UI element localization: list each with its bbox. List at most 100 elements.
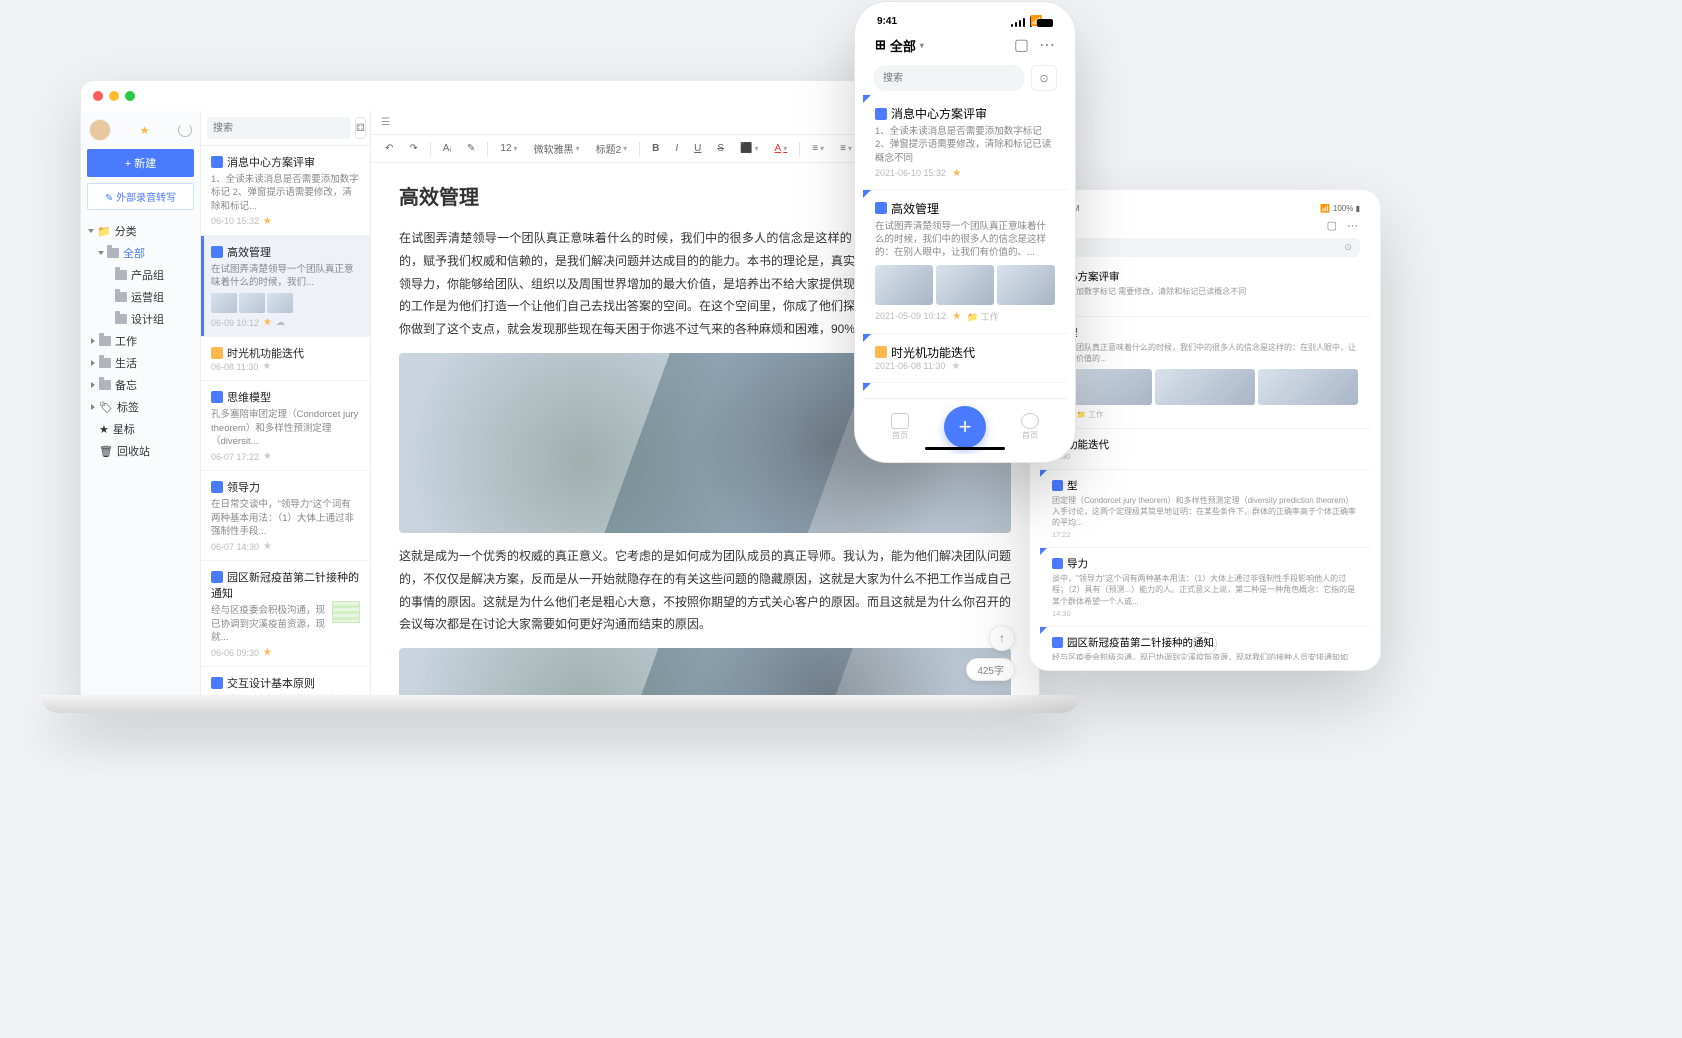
tablet-home-button[interactable] xyxy=(1193,632,1217,656)
maximize-icon[interactable] xyxy=(125,91,135,101)
sidebar-folder-design[interactable]: 设计组 xyxy=(87,308,194,330)
tab-mine[interactable]: 首页 xyxy=(1000,413,1060,441)
sync-icon[interactable] xyxy=(178,123,192,137)
folder-icon xyxy=(115,270,127,280)
tablet-note-card[interactable]: 导力谈中，"领导力"这个词有两种基本用法：（1）大体上通过非强制性手段影响他人的… xyxy=(1040,548,1370,627)
filter-button[interactable]: ⚃ xyxy=(355,117,366,139)
breadcrumb-icon[interactable]: ☰ xyxy=(381,117,390,128)
star-icon: ★ xyxy=(99,423,109,436)
grid-icon[interactable]: ⊞ xyxy=(875,37,886,53)
more-icon[interactable]: ⋯ xyxy=(1039,35,1055,55)
highlight-button[interactable]: ⬛ xyxy=(736,141,762,156)
phone-tabbar: 首页 + 首页 xyxy=(863,398,1067,454)
sidebar-section-work[interactable]: 工作 xyxy=(87,330,194,352)
doc-icon xyxy=(211,391,223,403)
note-card[interactable]: 高效管理在试图弄清楚领导一个团队真正意味着什么的时候，我们...06-09 10… xyxy=(201,236,370,338)
font-family-select[interactable]: 微软雅黑 xyxy=(530,139,584,158)
home-indicator xyxy=(925,447,1005,450)
note-card[interactable]: 消息中心方案评审1、全读未读消息是否需要添加数字标记 2、弹窗提示语需要修改，清… xyxy=(201,146,370,236)
strike-button[interactable]: S xyxy=(713,141,728,156)
underline-button[interactable]: U xyxy=(690,141,705,156)
sidebar-folder-ops[interactable]: 运营组 xyxy=(87,286,194,308)
phone-header-title[interactable]: 全部 xyxy=(890,36,916,55)
star-icon[interactable]: ★ xyxy=(263,647,272,658)
note-card[interactable]: 思维模型孔多塞陪审团定理（Condorcet jury theorem）和多样性… xyxy=(201,381,370,471)
doc-icon xyxy=(211,571,223,583)
font-size-select[interactable]: 12 xyxy=(496,141,521,156)
close-icon[interactable] xyxy=(93,91,103,101)
star-icon[interactable]: ★ xyxy=(263,216,272,227)
more-icon[interactable]: ⋯ xyxy=(1347,219,1358,232)
bold-button[interactable]: B xyxy=(648,141,663,156)
note-card[interactable]: 时光机功能迭代06-08 11:30★ xyxy=(201,337,370,381)
scan-button[interactable]: ⊙ xyxy=(1031,65,1057,91)
phone-search-input[interactable] xyxy=(873,65,1025,91)
align-button[interactable]: ≡ xyxy=(808,141,828,156)
phone-note-card[interactable]: 高效管理在试图弄清楚领导一个团队真正意味着什么的时候，我们中的很多人的信念是这样… xyxy=(863,190,1067,334)
image-thumb xyxy=(936,265,994,305)
sidebar-folder-product[interactable]: 产品组 xyxy=(87,264,194,286)
text-color-button[interactable]: A xyxy=(771,141,792,156)
format-painter[interactable]: Aᵢ xyxy=(439,141,455,156)
search-input[interactable] xyxy=(207,117,351,139)
sidebar-section-life[interactable]: 生活 xyxy=(87,352,194,374)
external-recording-button[interactable]: ✎ 外部录音转写 xyxy=(87,183,194,210)
user-icon xyxy=(1021,413,1039,429)
note-card[interactable]: 园区新冠疫苗第二针接种的通知经与区疫委会积极沟通，现已协调到灾溪疫苗资源，现就.… xyxy=(201,561,370,667)
laptop-base xyxy=(40,695,1080,713)
tablet-search[interactable]: 🔍⊙ xyxy=(1050,238,1360,257)
bookmark-icon[interactable]: ▢ xyxy=(1327,219,1337,232)
bullet-list-button[interactable]: ≡ xyxy=(836,141,856,156)
clear-format[interactable]: ✎ xyxy=(463,141,479,156)
sidebar-categories[interactable]: 📁分类 xyxy=(87,220,194,242)
sidebar-all[interactable]: 全部 xyxy=(87,242,194,264)
folder-icon xyxy=(115,292,127,302)
note-card[interactable]: 领导力在日常交谈中，"领导力"这个词有两种基本用法：（1）大体上通过非强制性手段… xyxy=(201,471,370,561)
trash-icon: 🗑 xyxy=(99,445,113,458)
image-thumb xyxy=(1258,369,1358,405)
doc-icon xyxy=(211,156,223,168)
undo-button[interactable]: ↶ xyxy=(381,141,397,156)
new-note-fab[interactable]: + xyxy=(944,406,986,448)
folder-tag: 📁 工作 xyxy=(967,310,999,323)
new-note-button[interactable]: + 新建 xyxy=(87,149,194,177)
scroll-top-button[interactable]: ↑ xyxy=(989,625,1015,651)
heading-select[interactable]: 标题2 xyxy=(592,139,632,158)
document-image xyxy=(399,648,1011,699)
doc-icon xyxy=(211,481,223,493)
star-icon[interactable]: ★ xyxy=(951,361,960,372)
redo-button[interactable]: ↷ xyxy=(405,141,421,156)
phone-note-card[interactable]: 思维模型孔多塞陪审团定理（Condorcet jury theorem）和多样性… xyxy=(863,383,1067,395)
tablet-note-card[interactable]: 型团定理（Condorcet jury theorem）和多样性预测定理（div… xyxy=(1040,470,1370,549)
scan-icon[interactable]: ⊙ xyxy=(1344,242,1352,253)
avatar[interactable] xyxy=(89,119,111,141)
signal-icon: 📶 xyxy=(1011,16,1053,27)
star-icon[interactable]: ★ xyxy=(262,361,271,372)
sidebar-section-memo[interactable]: 备忘 xyxy=(87,374,194,396)
folder-icon xyxy=(107,248,119,258)
star-icon[interactable]: ★ xyxy=(952,311,961,322)
phone-note-card[interactable]: 消息中心方案评审1、全读未读消息是否需要添加数字标记 2、弹窗提示语需要修改，清… xyxy=(863,95,1067,190)
doc-icon xyxy=(211,677,223,689)
tablet-note-card[interactable]: 功能迭代11:30 xyxy=(1040,429,1370,470)
star-icon[interactable]: ★ xyxy=(263,317,272,328)
tab-home[interactable]: 首页 xyxy=(870,413,930,441)
doc-icon xyxy=(211,246,223,258)
folder-icon xyxy=(99,380,111,390)
italic-button[interactable]: I xyxy=(671,141,682,156)
minimize-icon[interactable] xyxy=(109,91,119,101)
sidebar-trash[interactable]: 🗑回收站 xyxy=(87,440,194,462)
tag-icon: 🏷 xyxy=(99,401,113,414)
tablet-note-card[interactable]: 心方案评审需要添加数字标记 需要修改，清除和标记已读概念不同15:32 xyxy=(1040,261,1370,317)
star-icon[interactable]: ★ xyxy=(952,168,961,179)
tablet-note-card[interactable]: 理导一个团队真正意味着什么的时候，我们中的很多人的信念是这样的：在别人眼中，让我… xyxy=(1040,317,1370,428)
bookmark-icon[interactable]: ▢ xyxy=(1014,35,1029,55)
star-icon[interactable]: ★ xyxy=(263,451,272,462)
home-icon xyxy=(891,413,909,429)
sidebar-tags[interactable]: 🏷标签 xyxy=(87,396,194,418)
image-thumb xyxy=(875,265,933,305)
image-thumb xyxy=(1155,369,1255,405)
phone-note-card[interactable]: 时光机功能迭代2021-06-08 11:30★ xyxy=(863,334,1067,383)
sidebar-star[interactable]: ★星标 xyxy=(87,418,194,440)
star-icon[interactable]: ★ xyxy=(263,541,272,552)
